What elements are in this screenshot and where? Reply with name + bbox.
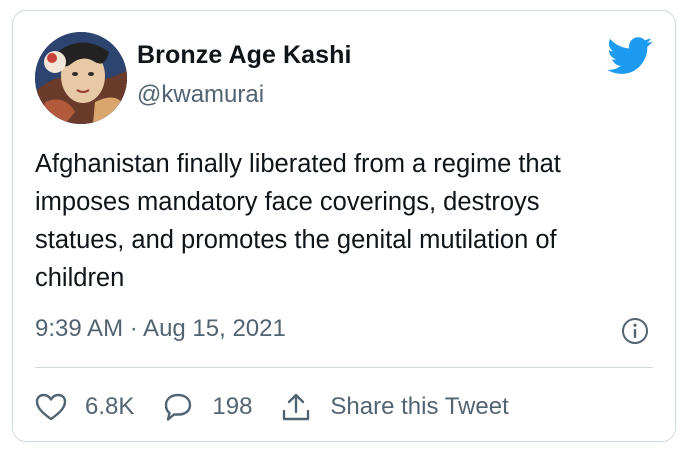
share-icon [283,393,310,421]
avatar[interactable] [35,32,127,124]
tweet-line: Afghanistan finally liberated from a reg… [35,150,561,178]
like-button[interactable]: 6.8K [35,392,134,422]
reply-button[interactable]: 198 [162,392,252,422]
user-handle[interactable]: @kwamurai [137,81,264,109]
tweet-text: Afghanistan finally liberated from a reg… [35,145,655,297]
like-count: 6.8K [85,393,135,420]
divider [35,367,653,368]
tweet-line: imposes mandatory face coverings, destro… [35,188,540,216]
display-name[interactable]: Bronze Age Kashi [137,41,352,70]
tweet-line: children [35,264,125,292]
action-bar: 6.8K 198 Share this Tweet [35,389,537,425]
share-label: Share this Tweet [330,393,509,420]
timestamp[interactable]: 9:39 AM · Aug 15, 2021 [35,315,286,343]
speech-bubble-icon [165,393,192,421]
reply-count: 198 [212,393,253,420]
heart-icon [35,393,67,421]
twitter-bird-icon[interactable] [607,37,653,75]
info-icon[interactable] [621,317,649,345]
tweet-card[interactable]: Bronze Age Kashi @kwamurai Afghanistan f… [12,10,676,442]
share-button[interactable]: Share this Tweet [280,392,509,422]
tweet-line: statues, and promotes the genital mutila… [35,226,557,254]
